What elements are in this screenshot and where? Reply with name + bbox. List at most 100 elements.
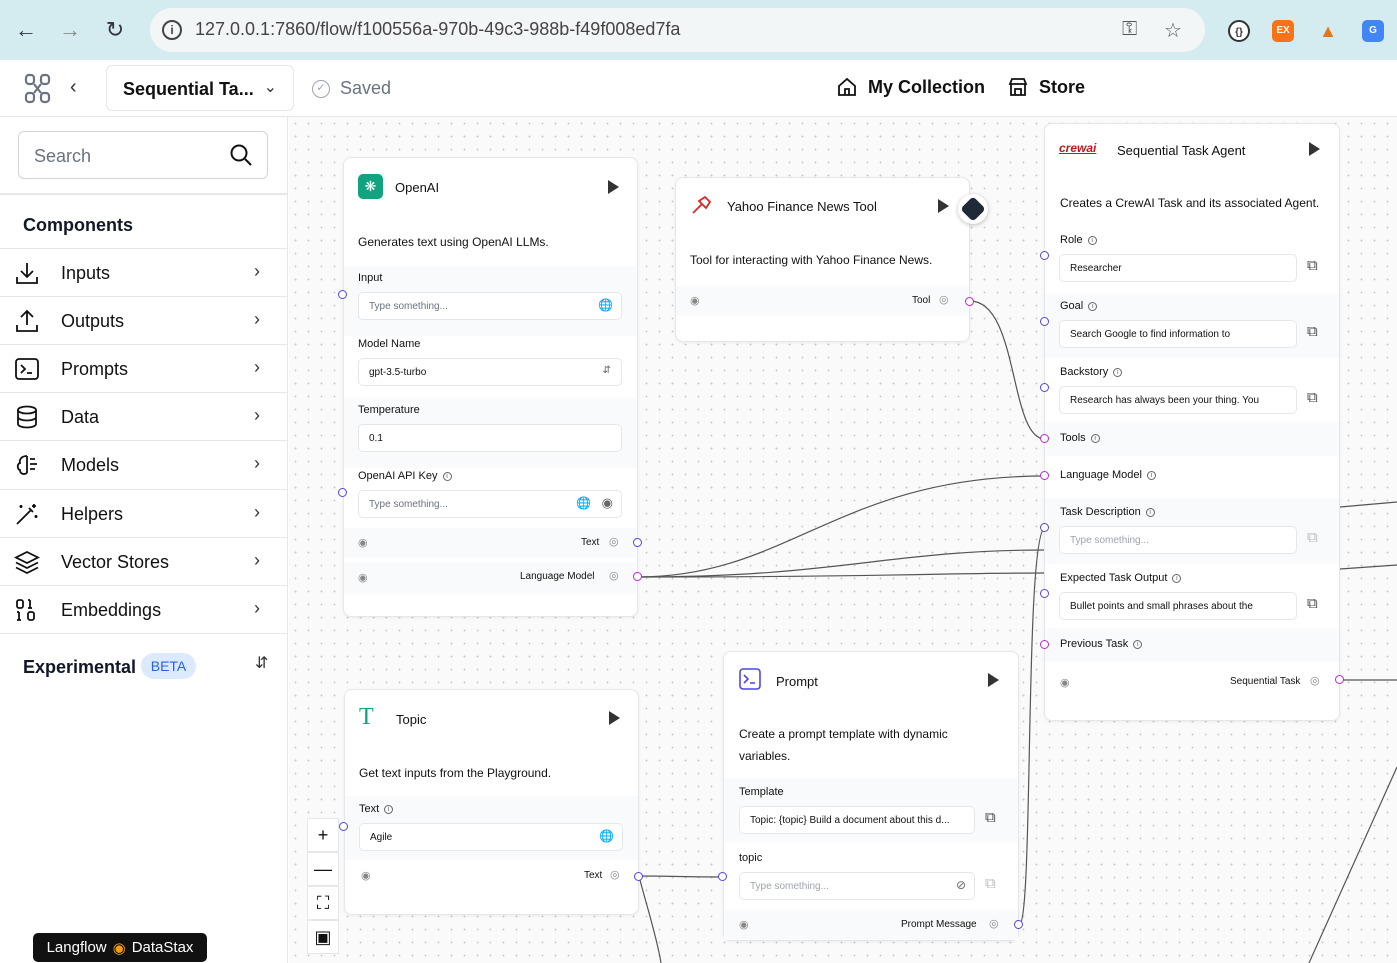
zoom-out-button[interactable]: —	[307, 852, 339, 886]
zoom-in-button[interactable]: +	[307, 818, 339, 852]
inspect-icon[interactable]: ◎	[609, 535, 619, 548]
address-bar[interactable]: i 127.0.0.1:7860/flow/f100556a-970b-49c3…	[150, 8, 1205, 52]
globe-icon[interactable]: 🌐	[599, 829, 614, 843]
input-handle-topic[interactable]	[718, 872, 727, 881]
input-handle-goal[interactable]	[1040, 317, 1049, 326]
extension-icon[interactable]: {}	[1228, 20, 1250, 42]
input-field[interactable]: Type something... 🌐	[358, 292, 622, 320]
input-handle-tools[interactable]	[1040, 434, 1049, 443]
output-handle-sequential-task[interactable]	[1335, 675, 1344, 684]
sidebar-item-outputs[interactable]: Outputs ›	[0, 296, 288, 344]
eye-icon[interactable]: ◉	[690, 294, 700, 307]
flow-name-dropdown[interactable]: Sequential Ta... ⌄	[106, 65, 294, 111]
eye-icon[interactable]: ◉	[739, 918, 749, 931]
info-icon[interactable]: i	[1146, 470, 1156, 480]
edge-right-3[interactable]	[1308, 766, 1397, 963]
inspect-icon[interactable]: ◎	[610, 868, 620, 881]
temperature-input[interactable]: 0.1	[358, 424, 622, 452]
run-play-icon[interactable]	[988, 673, 999, 687]
run-play-icon[interactable]	[608, 180, 619, 194]
info-icon[interactable]: i	[1088, 301, 1098, 311]
topic-node[interactable]: T Topic Get text inputs from the Playgro…	[344, 689, 639, 915]
my-collection-link[interactable]: My Collection	[836, 76, 985, 98]
run-play-icon[interactable]	[938, 199, 949, 213]
info-icon[interactable]: i	[1087, 235, 1097, 245]
info-icon[interactable]: i	[1090, 433, 1100, 443]
input-handle[interactable]	[338, 488, 347, 497]
langflow-logo-icon[interactable]	[24, 72, 54, 106]
inspect-icon[interactable]: ◎	[1310, 674, 1320, 687]
component-search-input[interactable]: Search	[18, 131, 268, 179]
input-handle-previous-task[interactable]	[1040, 640, 1049, 649]
browser-forward-icon[interactable]: →	[54, 14, 86, 46]
task-description-input[interactable]: Type something...	[1059, 526, 1297, 554]
password-key-icon[interactable]: ⚿	[1122, 18, 1137, 41]
external-link-icon[interactable]: ⧉	[1307, 257, 1318, 274]
bookmark-star-icon[interactable]: ☆	[1164, 18, 1182, 43]
browser-reload-icon[interactable]: ↻	[99, 14, 131, 46]
sidebar-item-helpers[interactable]: Helpers ›	[0, 489, 288, 537]
edge-lm-to-agent-lm[interactable]	[637, 475, 1046, 578]
run-play-icon[interactable]	[1309, 142, 1320, 156]
inspect-icon[interactable]: ◎	[609, 569, 619, 582]
info-icon[interactable]: i	[1113, 367, 1123, 377]
sidebar-item-embeddings[interactable]: Embeddings ›	[0, 585, 288, 633]
backstory-input[interactable]: Research has always been your thing. You	[1059, 386, 1297, 414]
chevron-up-down-icon[interactable]: ⇵	[255, 653, 268, 673]
input-handle[interactable]	[338, 290, 347, 299]
translate-extension-icon[interactable]: G	[1362, 20, 1384, 42]
edge-right-1[interactable]	[1339, 501, 1397, 508]
input-handle-text[interactable]	[339, 822, 348, 831]
eye-icon[interactable]: ◉	[602, 495, 613, 511]
sidebar-item-models[interactable]: Models ›	[0, 440, 288, 488]
role-input[interactable]: Researcher	[1059, 254, 1297, 282]
inspect-icon[interactable]: ◎	[989, 917, 999, 930]
sidebar-item-data[interactable]: Data ›	[0, 392, 288, 440]
model-name-select[interactable]: gpt-3.5-turbo ⇵	[358, 358, 622, 386]
sidebar-item-vector-stores[interactable]: Vector Stores ›	[0, 537, 288, 585]
external-link-icon[interactable]: ⧉	[1307, 389, 1318, 406]
back-chevron-icon[interactable]: ‹	[70, 76, 77, 99]
globe-icon[interactable]: 🌐	[576, 496, 591, 510]
openai-node[interactable]: ❋ OpenAI Generates text using OpenAI LLM…	[343, 157, 638, 617]
inspect-icon[interactable]: ◎	[939, 293, 949, 306]
output-handle-text[interactable]	[633, 538, 642, 547]
store-link[interactable]: Store	[1007, 76, 1085, 98]
input-handle-expected-output[interactable]	[1040, 589, 1049, 598]
prompt-node[interactable]: Prompt Create a prompt template with dyn…	[723, 651, 1019, 941]
edge-right-2[interactable]	[1339, 564, 1397, 570]
info-icon[interactable]: i	[384, 804, 394, 814]
globe-icon[interactable]: 🌐	[598, 298, 613, 312]
run-play-icon[interactable]	[609, 711, 620, 725]
eye-off-icon[interactable]: ⊘	[956, 878, 966, 892]
lock-button[interactable]: ▣	[307, 920, 339, 954]
sidebar-item-prompts[interactable]: Prompts ›	[0, 344, 288, 392]
expected-output-input[interactable]: Bullet points and small phrases about th…	[1059, 592, 1297, 620]
site-info-icon[interactable]: i	[162, 20, 182, 40]
input-handle-task-description[interactable]	[1040, 523, 1049, 532]
external-link-icon[interactable]: ⧉	[1307, 323, 1318, 340]
input-handle-backstory[interactable]	[1040, 383, 1049, 392]
input-handle-language-model[interactable]	[1040, 471, 1049, 480]
edge-topic-down[interactable]	[638, 875, 662, 963]
yahoo-finance-node[interactable]: Yahoo Finance News Tool Tool for interac…	[675, 177, 988, 342]
input-handle-role[interactable]	[1040, 251, 1049, 260]
external-link-icon[interactable]: ⧉	[1307, 529, 1318, 546]
edge-topic-to-prompt[interactable]	[638, 875, 724, 878]
experimental-heading[interactable]: Experimental	[23, 657, 136, 678]
goal-input[interactable]: Search Google to find information to	[1059, 320, 1297, 348]
template-input[interactable]: Topic: {topic} Build a document about th…	[739, 806, 975, 834]
eye-icon[interactable]: ◉	[358, 571, 368, 584]
external-link-icon[interactable]: ⧉	[1307, 595, 1318, 612]
sequential-task-agent-node[interactable]: crewai Sequential Task Agent Creates a C…	[1044, 123, 1340, 721]
info-icon[interactable]: i	[1133, 639, 1143, 649]
output-handle-tool[interactable]	[965, 297, 974, 306]
url-text[interactable]: 127.0.0.1:7860/flow/f100556a-970b-49c3-9…	[195, 19, 680, 40]
info-icon[interactable]: i	[1172, 573, 1182, 583]
langflow-datastax-badge[interactable]: Langflow ◉ DataStax	[33, 933, 207, 962]
search-icon[interactable]	[229, 143, 253, 167]
text-input[interactable]: Agile 🌐	[359, 823, 623, 851]
eye-icon[interactable]: ◉	[358, 536, 368, 549]
output-handle-language-model[interactable]	[633, 572, 642, 581]
ex-extension-icon[interactable]: EX	[1272, 20, 1294, 42]
